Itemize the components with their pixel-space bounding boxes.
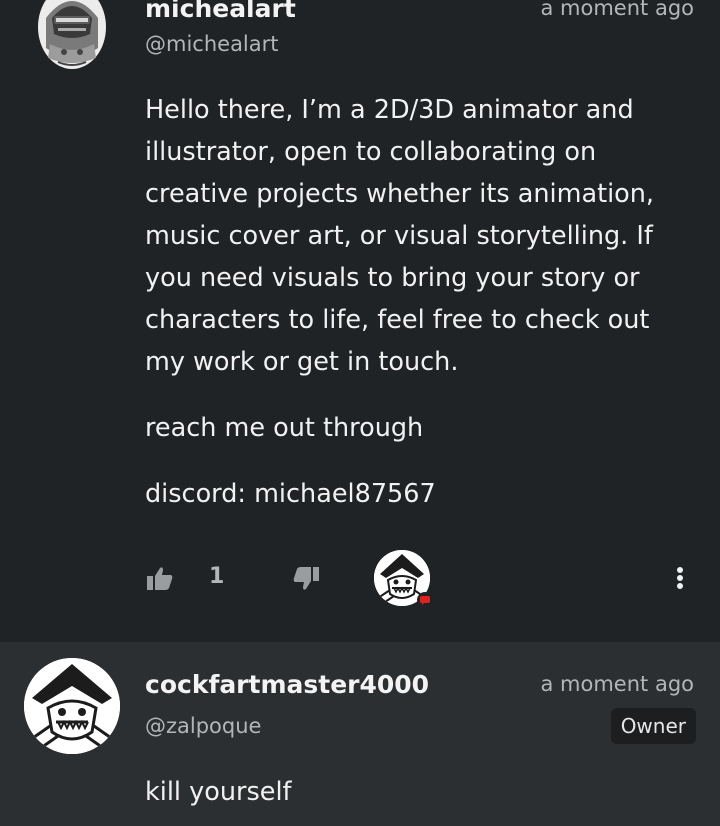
like-button[interactable] [147, 566, 173, 590]
masked-character-avatar-icon [24, 658, 120, 754]
post-paragraph: Hello there, I’m a 2D/3D animator and il… [145, 95, 655, 377]
dislike-button[interactable] [293, 567, 319, 591]
post-paragraph: discord: michael87567 [145, 479, 436, 509]
reply-body: kill yourself [145, 777, 292, 807]
author-avatar[interactable] [36, 0, 108, 72]
reply-timestamp: a moment ago [540, 672, 695, 696]
thumbs-up-icon [147, 567, 173, 590]
author-handle: @michealart [145, 32, 279, 56]
reply-author-handle: @zalpoque [145, 714, 262, 738]
post-timestamp: a moment ago [540, 0, 695, 20]
owner-badge: Owner [610, 708, 696, 744]
post-body: Hello there, I’m a 2D/3D animator and il… [145, 89, 695, 515]
reply-card: cockfartmaster4000 @zalpoque a moment ag… [0, 642, 720, 826]
reply-icon [417, 592, 433, 608]
reply-author-username[interactable]: cockfartmaster4000 [145, 670, 429, 699]
thumbs-down-icon [293, 567, 319, 590]
reply-avatar-button[interactable] [374, 550, 438, 614]
author-username[interactable]: michealart [145, 0, 296, 23]
post-paragraph: reach me out through [145, 413, 424, 443]
like-count: 1 [209, 564, 225, 589]
post-card: michealart @michealart a moment ago Hell… [0, 0, 720, 642]
more-vertical-icon [677, 567, 683, 589]
hooded-figure-avatar-icon [38, 0, 106, 69]
more-options-button[interactable] [672, 566, 688, 592]
reply-author-avatar[interactable] [24, 658, 120, 754]
